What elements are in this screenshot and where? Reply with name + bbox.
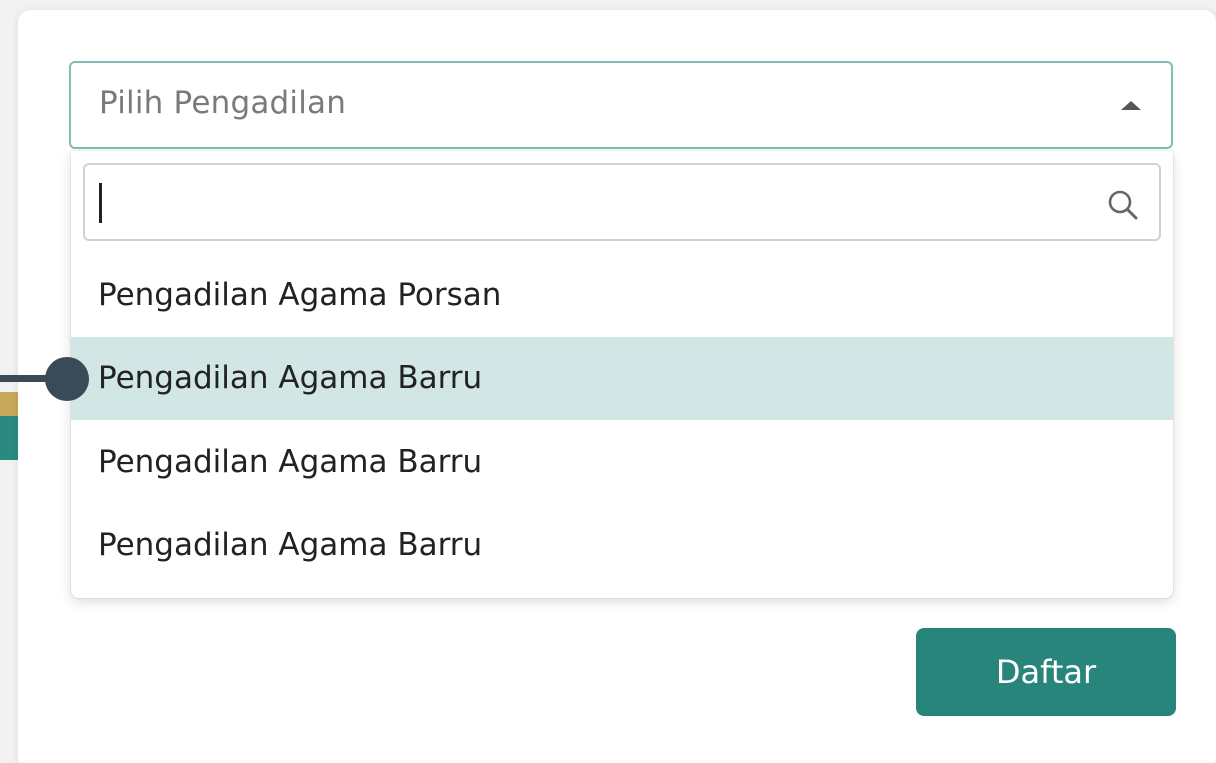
background-edge-teal [0, 416, 18, 460]
court-select-placeholder: Pilih Pengadilan [99, 85, 347, 121]
text-cursor [99, 183, 102, 223]
search-icon [1108, 190, 1138, 220]
court-dropdown: Pengadilan Agama Porsan Pengadilan Agama… [71, 151, 1173, 598]
daftar-button[interactable]: Daftar [916, 628, 1176, 716]
court-option-highlighted[interactable]: Pengadilan Agama Barru [71, 337, 1173, 420]
court-option[interactable]: Pengadilan Agama Porsan [71, 254, 1173, 337]
dropdown-search-box[interactable] [83, 163, 1161, 241]
screen: Pilih Pengadilan Pengadilan Agama Porsan… [0, 0, 1216, 763]
caret-up-icon[interactable] [1121, 101, 1141, 110]
pointer-dot [45, 357, 89, 401]
court-option[interactable]: Pengadilan Agama Barru [71, 504, 1173, 587]
dropdown-search-input[interactable] [97, 173, 1091, 233]
background-edge-gold [0, 392, 18, 416]
court-select[interactable]: Pilih Pengadilan [69, 61, 1173, 149]
court-option[interactable]: Pengadilan Agama Barru [71, 421, 1173, 504]
